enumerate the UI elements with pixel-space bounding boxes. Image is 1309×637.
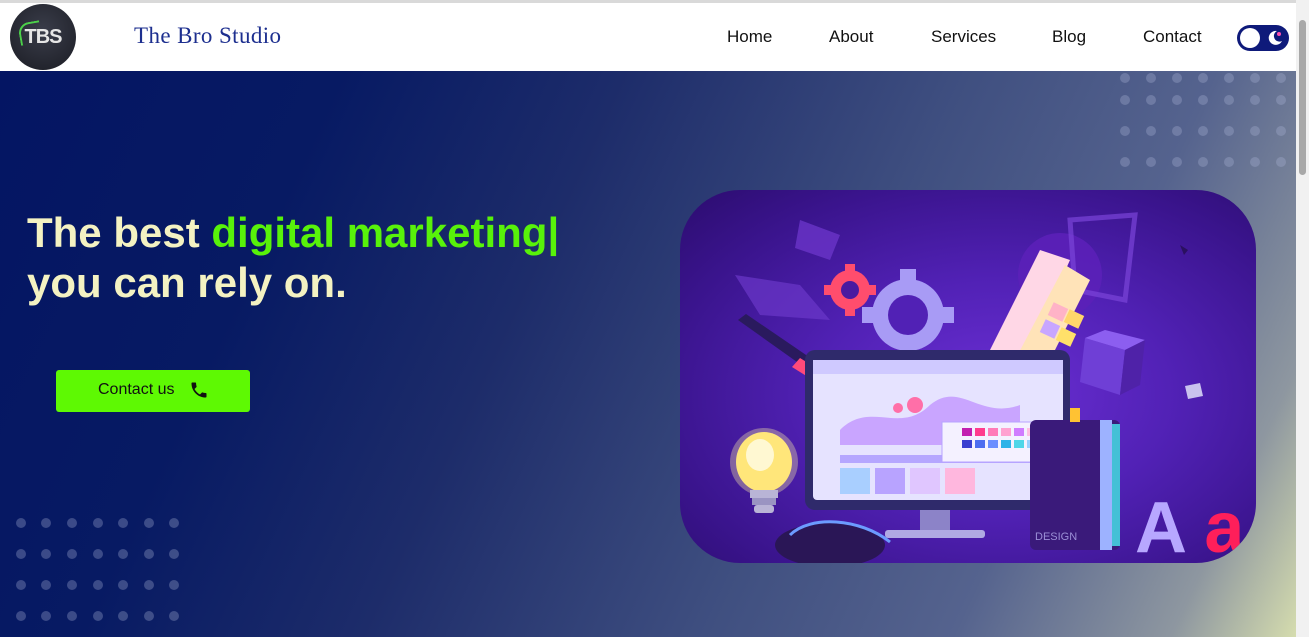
aa-letter-lower: a — [1204, 488, 1245, 563]
toggle-knob — [1240, 28, 1260, 48]
hero-headline: The best digital marketing| you can rely… — [27, 208, 559, 308]
vertical-scrollbar[interactable] — [1296, 0, 1309, 637]
mouse-icon — [775, 520, 891, 563]
typography-aa: A a — [1135, 488, 1245, 563]
headline-line2: you can rely on. — [27, 259, 347, 306]
contact-us-button[interactable]: Contact us — [56, 370, 250, 412]
nav-home[interactable]: Home — [727, 27, 772, 47]
headline-part1: The best — [27, 209, 212, 256]
logo[interactable]: TBS — [10, 4, 76, 70]
headline-accent: digital marketing — [211, 209, 548, 256]
logo-mark: TBS — [10, 26, 76, 49]
nav-contact[interactable]: Contact — [1143, 27, 1202, 47]
moon-icon — [1268, 30, 1282, 45]
gear-icon-purple — [862, 269, 954, 361]
nav-services[interactable]: Services — [931, 27, 996, 47]
hero-illustration: DESIGN A a — [680, 190, 1256, 563]
nav-about[interactable]: About — [829, 27, 873, 47]
site-header: TBS The Bro Studio Home About Services B… — [0, 3, 1296, 71]
nav-blog[interactable]: Blog — [1052, 27, 1086, 47]
typing-cursor: | — [547, 209, 560, 256]
theme-toggle[interactable] — [1237, 25, 1289, 51]
contact-us-label: Contact us — [98, 381, 175, 398]
scrollbar-thumb[interactable] — [1299, 20, 1306, 175]
brand-name[interactable]: The Bro Studio — [134, 23, 281, 49]
page: TBS The Bro Studio Home About Services B… — [0, 0, 1296, 637]
illustration-graphic: DESIGN A a — [730, 212, 1245, 563]
hero-section: The best digital marketing| you can rely… — [0, 71, 1296, 637]
light-bulb-icon — [730, 428, 798, 513]
aa-letters: A — [1135, 488, 1186, 563]
phone-icon — [191, 382, 207, 398]
book-icon — [1030, 408, 1120, 550]
logo-text: TBS — [24, 26, 63, 48]
design-label: DESIGN — [1035, 531, 1077, 543]
